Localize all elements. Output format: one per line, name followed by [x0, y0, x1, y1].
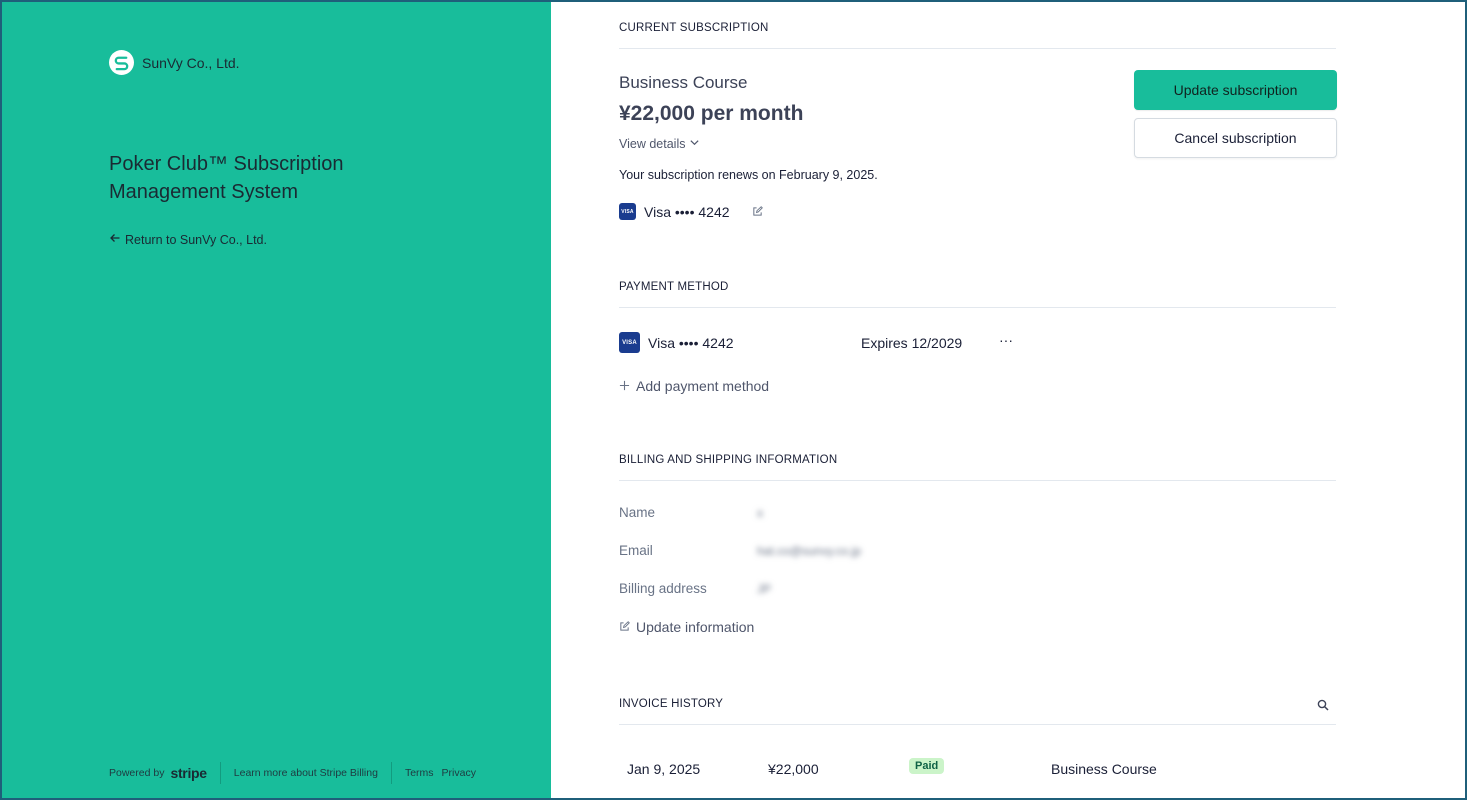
payment-card-label: Visa •••• 4242 — [648, 334, 734, 351]
edit-icon[interactable] — [752, 204, 763, 220]
name-label: Name — [619, 505, 656, 520]
return-link-label: Return to SunVy Co., Ltd. — [125, 232, 267, 247]
visa-card-icon: VISA — [619, 332, 640, 353]
powered-by-label: Powered by — [109, 767, 165, 779]
view-details-label: View details — [619, 137, 686, 151]
visa-card-icon: VISA — [619, 203, 636, 220]
portal-content: CURRENT SUBSCRIPTION Business Course ¥22… — [551, 2, 1465, 798]
arrow-left-icon — [109, 232, 121, 247]
add-payment-method-label: Add payment method — [636, 378, 770, 394]
return-link[interactable]: Return to SunVy Co., Ltd. — [109, 232, 267, 247]
cancel-subscription-button[interactable]: Cancel subscription — [1134, 118, 1337, 158]
plan-price: ¥22,000 per month — [619, 102, 804, 125]
plus-icon — [619, 378, 630, 394]
brand-logo-icon — [109, 50, 134, 75]
section-heading-billing: BILLING AND SHIPPING INFORMATION — [619, 454, 1336, 481]
stripe-logo[interactable]: stripe — [170, 765, 207, 781]
product-title: Poker Club™ Subscription Management Syst… — [109, 153, 344, 203]
card-expiry: Expires 12/2029 — [861, 335, 963, 351]
more-options-icon[interactable]: ··· — [999, 332, 1013, 348]
edit-icon — [619, 619, 630, 635]
name-value: x — [757, 506, 763, 520]
search-icon[interactable] — [1317, 698, 1329, 716]
view-details-toggle[interactable]: View details — [619, 137, 700, 151]
footer-divider — [390, 762, 392, 784]
brand-name: SunVy Co., Ltd. — [142, 54, 240, 71]
update-information-link[interactable]: Update information — [619, 619, 754, 635]
learn-more-link[interactable]: Learn more about Stripe Billing — [234, 767, 378, 779]
update-information-label: Update information — [636, 619, 755, 635]
email-label: Email — [619, 543, 653, 558]
section-heading-subscription: CURRENT SUBSCRIPTION — [619, 22, 1336, 49]
billing-address-value: JP — [757, 582, 772, 596]
add-payment-method-link[interactable]: Add payment method — [619, 378, 769, 394]
brand: SunVy Co., Ltd. — [109, 50, 240, 75]
billing-address-label: Billing address — [619, 581, 707, 596]
plan-name: Business Course — [619, 73, 748, 92]
subscription-card: VISA Visa •••• 4242 — [619, 203, 763, 220]
section-heading-invoices: INVOICE HISTORY — [619, 698, 1336, 725]
invoice-date: Jan 9, 2025 — [627, 761, 701, 777]
payment-method-row: VISA Visa •••• 4242 — [619, 332, 734, 353]
privacy-link[interactable]: Privacy — [442, 767, 476, 779]
chevron-down-icon — [689, 137, 700, 151]
status-badge: Paid — [909, 758, 945, 774]
terms-link[interactable]: Terms — [405, 767, 434, 779]
renewal-text: Your subscription renews on February 9, … — [619, 168, 878, 182]
subscription-card-label: Visa •••• 4242 — [644, 203, 730, 220]
billing-portal: SunVy Co., Ltd. Poker Club™ Subscription… — [0, 0, 1467, 800]
footer: Powered by stripe Learn more about Strip… — [109, 762, 476, 784]
invoice-description: Business Course — [1051, 761, 1157, 777]
email-value: hat.co@sunvy.co.jp — [757, 544, 862, 558]
table-row[interactable]: Jan 9, 2025 ¥22,000 Paid Business Course — [619, 754, 1336, 784]
footer-divider — [219, 762, 221, 784]
invoice-amount: ¥22,000 — [768, 761, 819, 777]
merchant-panel: SunVy Co., Ltd. Poker Club™ Subscription… — [2, 2, 551, 798]
update-subscription-button[interactable]: Update subscription — [1134, 70, 1337, 110]
section-heading-payment: PAYMENT METHOD — [619, 281, 1336, 308]
